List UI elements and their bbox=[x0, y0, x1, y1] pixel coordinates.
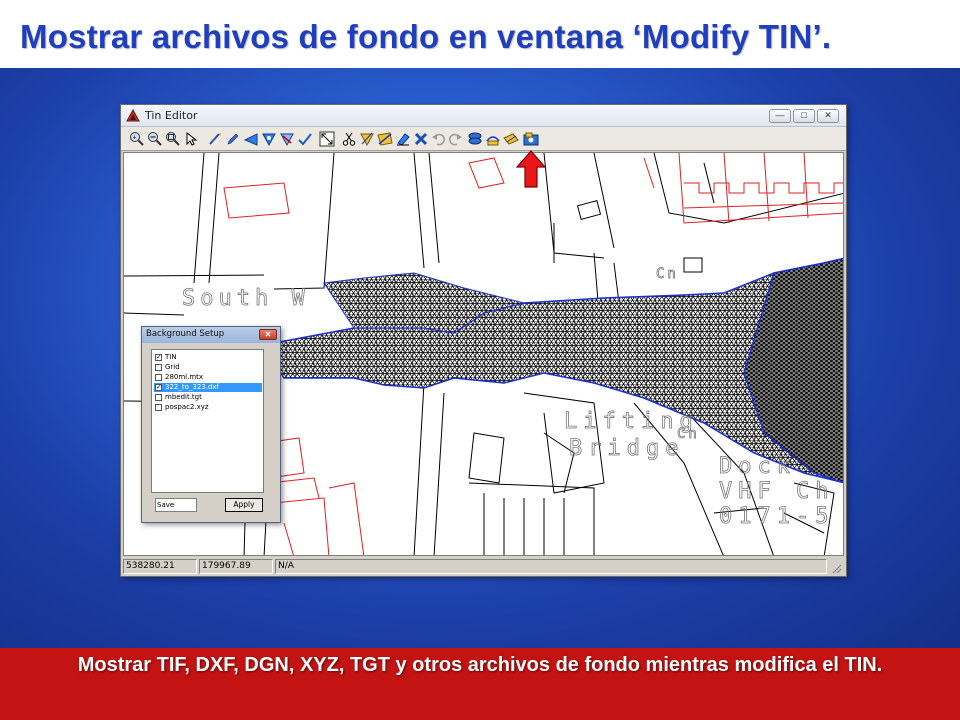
save-report-field[interactable]: Save Repor bbox=[155, 498, 197, 512]
layers-icon[interactable] bbox=[467, 131, 483, 147]
list-item[interactable]: mbedit.tgt bbox=[154, 393, 262, 402]
draw-line-icon[interactable] bbox=[207, 131, 223, 147]
map-label-vhf: VHF Ch bbox=[719, 479, 834, 504]
map-label-cn-1: Cn bbox=[656, 266, 679, 282]
flip-triangle-icon[interactable] bbox=[243, 131, 259, 147]
list-item[interactable]: 280ml.mtx bbox=[154, 373, 262, 382]
zoom-out-icon[interactable] bbox=[147, 131, 163, 147]
checkbox[interactable]: ✓ bbox=[155, 384, 162, 391]
insert-point-icon[interactable] bbox=[359, 131, 375, 147]
map-label-phone: 0171-5 bbox=[719, 504, 834, 529]
tin-statusbar: 538280.21 179967.89 N/A bbox=[121, 557, 846, 576]
tin-editor-titlebar[interactable]: Tin Editor — □ ✕ bbox=[121, 105, 846, 127]
minimize-icon[interactable]: — bbox=[769, 109, 791, 123]
add-breakline-icon[interactable] bbox=[377, 131, 393, 147]
resize-grip-icon[interactable] bbox=[830, 562, 842, 574]
tin-app-icon bbox=[126, 109, 140, 122]
checkbox[interactable] bbox=[155, 364, 162, 371]
list-item-label: 280ml.mtx bbox=[165, 373, 204, 381]
zoom-window-icon[interactable] bbox=[165, 131, 181, 147]
cut-icon[interactable] bbox=[341, 131, 357, 147]
checkbox[interactable]: ✓ bbox=[155, 354, 162, 361]
checkbox[interactable] bbox=[155, 374, 162, 381]
status-northing: 179967.89 bbox=[199, 559, 273, 574]
tin-toolbar: + bbox=[121, 127, 846, 151]
svg-text:+: + bbox=[133, 135, 137, 142]
list-item-label: Grid bbox=[165, 363, 180, 371]
checkbox[interactable] bbox=[155, 394, 162, 401]
status-easting: 538280.21 bbox=[123, 559, 197, 574]
redo-icon[interactable] bbox=[447, 131, 463, 147]
close-icon[interactable]: ✕ bbox=[259, 329, 277, 340]
check-edit-icon[interactable] bbox=[297, 131, 313, 147]
list-item[interactable]: Grid bbox=[154, 363, 262, 372]
map-label-cn-2: Cn bbox=[677, 426, 700, 442]
zoom-in-icon[interactable]: + bbox=[129, 131, 145, 147]
background-setup-title: Background Setup bbox=[146, 329, 225, 339]
red-up-arrow-icon bbox=[516, 150, 546, 188]
list-item-label: 322_to_323.dxf bbox=[165, 383, 220, 391]
map-label-south: South W bbox=[182, 286, 310, 311]
list-item-label: mbedit.tgt bbox=[165, 393, 202, 401]
footer-text: Mostrar TIF, DXF, DGN, XYZ, TGT y otros … bbox=[77, 654, 883, 676]
import-icon[interactable] bbox=[503, 131, 519, 147]
undo-icon[interactable] bbox=[431, 131, 447, 147]
slide-header: Mostrar archivos de fondo en ventana ‘Mo… bbox=[0, 0, 960, 68]
map-label-dock: Dock bbox=[719, 454, 796, 479]
background-file-list[interactable]: ✓ TIN Grid 280ml.mtx ✓ 322_to_323.dxf mbedit.t… bbox=[151, 349, 264, 493]
list-item[interactable]: ✓ TIN bbox=[154, 353, 262, 362]
apply-button[interactable]: Apply bbox=[225, 498, 263, 512]
delete-x-icon[interactable] bbox=[413, 131, 429, 147]
list-item-label: TIN bbox=[165, 353, 177, 361]
maximize-icon[interactable]: □ bbox=[793, 109, 815, 123]
tin-editor-title: Tin Editor bbox=[145, 109, 198, 122]
list-item-label: pospac2.xyz bbox=[165, 403, 209, 411]
footer-band: Mostrar TIF, DXF, DGN, XYZ, TGT y otros … bbox=[0, 648, 960, 720]
edit-pencil-icon[interactable] bbox=[225, 131, 241, 147]
background-files-icon[interactable] bbox=[485, 131, 501, 147]
background-setup-dialog[interactable]: Background Setup ✕ ✓ TIN Grid 280ml.mtx ✓ 322… bbox=[141, 326, 281, 523]
tin-surface bbox=[273, 257, 843, 484]
list-item[interactable]: ✓ 322_to_323.dxf bbox=[154, 383, 262, 392]
close-icon[interactable]: ✕ bbox=[817, 109, 839, 123]
select-arrow-icon[interactable] bbox=[183, 131, 199, 147]
fill-triangle-icon[interactable] bbox=[261, 131, 277, 147]
status-value: N/A bbox=[275, 559, 827, 574]
erase-icon[interactable] bbox=[395, 131, 411, 147]
list-item[interactable]: pospac2.xyz bbox=[154, 403, 262, 412]
background-setup-titlebar[interactable]: Background Setup ✕ bbox=[142, 327, 280, 343]
checkbox[interactable] bbox=[155, 404, 162, 411]
map-label-bridge: Bridge bbox=[569, 436, 684, 461]
zoom-extents-icon[interactable] bbox=[319, 131, 335, 147]
slide-title: Mostrar archivos de fondo en ventana ‘Mo… bbox=[20, 18, 832, 55]
background-setup-icon[interactable] bbox=[523, 131, 539, 147]
delete-triangle-icon[interactable] bbox=[279, 131, 295, 147]
